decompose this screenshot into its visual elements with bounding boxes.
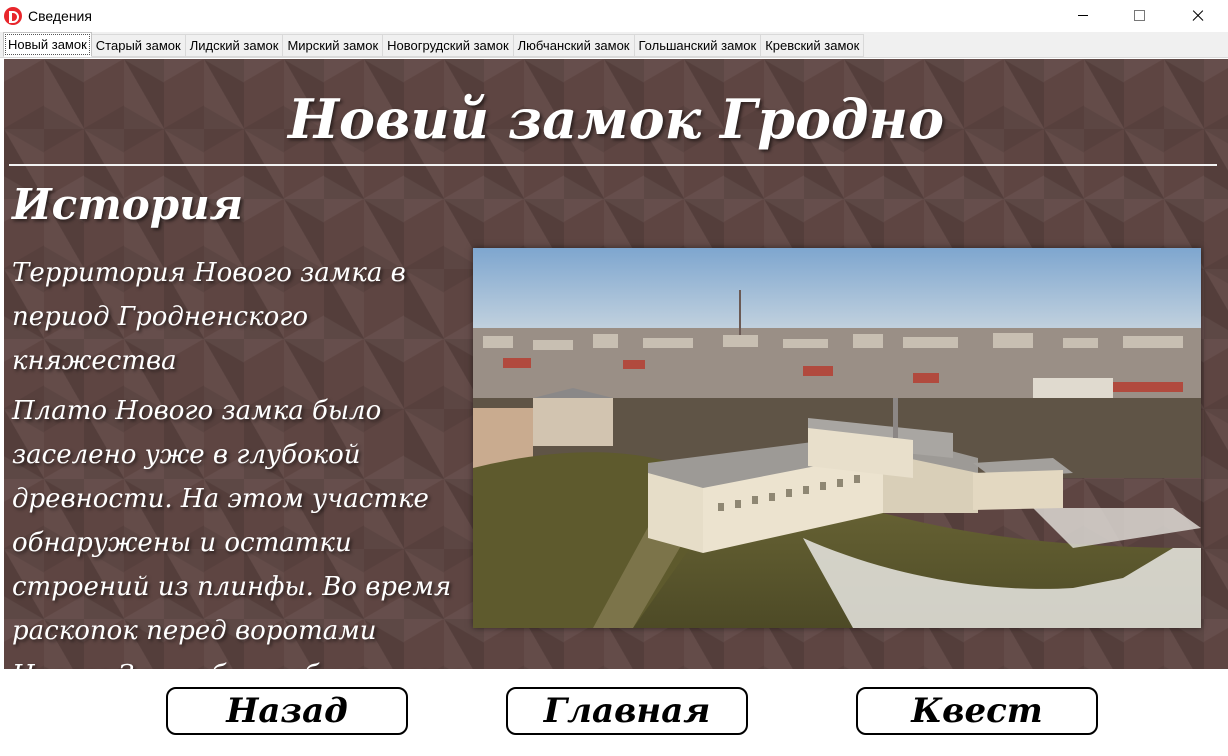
home-button[interactable]: Главная bbox=[506, 687, 748, 735]
minimize-icon[interactable] bbox=[1060, 0, 1106, 32]
tab-strip: Новый замок Старый замок Лидский замок М… bbox=[0, 32, 1228, 58]
title-bar: Сведения bbox=[0, 0, 1228, 32]
tab-halshany-castle[interactable]: Гольшанский замок bbox=[633, 34, 762, 57]
tab-lubcha-castle[interactable]: Любчанский замок bbox=[512, 34, 635, 57]
tab-list: Новый замок Старый замок Лидский замок М… bbox=[3, 32, 865, 57]
section-heading: История bbox=[12, 180, 244, 229]
article-text: Территория Нового замка в период Гроднен… bbox=[12, 251, 462, 669]
tab-kreva-castle[interactable]: Кревский замок bbox=[760, 34, 865, 57]
title-divider bbox=[9, 164, 1217, 166]
article-subheading: Территория Нового замка в период Гроднен… bbox=[12, 258, 406, 376]
quest-button[interactable]: Квест bbox=[856, 687, 1098, 735]
maximize-icon[interactable] bbox=[1116, 0, 1162, 32]
article-body: Плато Нового замка было заселено уже в г… bbox=[12, 396, 462, 669]
tab-mir-castle[interactable]: Мирский замок bbox=[282, 34, 384, 57]
tab-new-castle[interactable]: Новый замок bbox=[3, 32, 92, 57]
tab-navahrudak-castle[interactable]: Новогрудский замок bbox=[382, 34, 514, 57]
tab-lida-castle[interactable]: Лидский замок bbox=[184, 34, 284, 57]
back-button[interactable]: Назад bbox=[166, 687, 408, 735]
app-logo-icon bbox=[4, 7, 22, 25]
window-title: Сведения bbox=[28, 8, 92, 24]
content-panel[interactable]: Новий замок Гродно История Территория Но… bbox=[4, 59, 1228, 669]
page-title: Новий замок Гродно bbox=[288, 87, 944, 151]
tab-old-castle[interactable]: Старый замок bbox=[90, 34, 186, 57]
castle-photo bbox=[473, 248, 1201, 628]
close-icon[interactable] bbox=[1175, 0, 1221, 32]
